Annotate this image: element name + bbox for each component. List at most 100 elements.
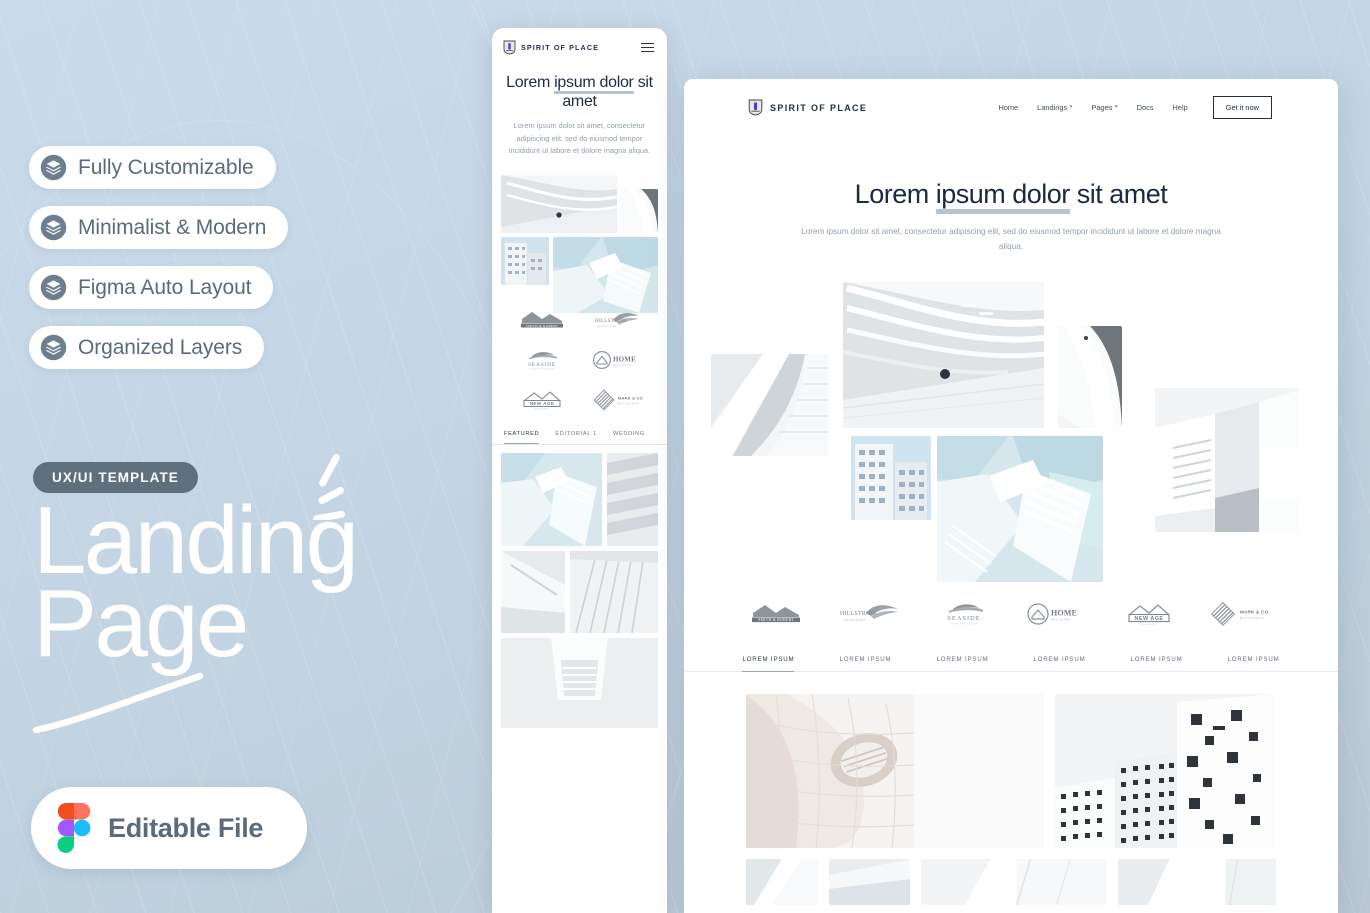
nav-label: Docs bbox=[1136, 103, 1154, 112]
desktop-nav: Home Landings ▾ Pages ▾ Docs Help Get it… bbox=[998, 96, 1272, 119]
feature-label: Figma Auto Layout bbox=[78, 275, 252, 299]
feature-pill-organized-layers: Organized Layers bbox=[29, 326, 265, 369]
svg-text:CONSTRUCTION: CONSTRUCTION bbox=[530, 369, 554, 371]
gallery-photo[interactable] bbox=[501, 453, 602, 547]
svg-text:HOME: HOME bbox=[613, 356, 636, 364]
gallery-photo[interactable] bbox=[570, 551, 658, 634]
gallery-photo[interactable] bbox=[843, 282, 1044, 429]
chevron-down-icon: ▾ bbox=[1069, 103, 1073, 110]
brand-logo-home: HOME REAL ESTATE bbox=[1025, 597, 1089, 631]
svg-text:SEASIDE: SEASIDE bbox=[528, 362, 556, 368]
shield-logo-icon bbox=[748, 99, 763, 116]
gallery-photo[interactable] bbox=[621, 189, 658, 234]
desktop-tab-6[interactable]: LOREM IPSUM bbox=[1228, 656, 1280, 672]
gallery-photo[interactable] bbox=[501, 551, 565, 634]
mobile-tab-featured[interactable]: FEATURED bbox=[504, 431, 540, 445]
gallery-photo[interactable] bbox=[746, 694, 1044, 849]
svg-text:BUILDING: BUILDING bbox=[534, 408, 549, 410]
nav-item-help[interactable]: Help bbox=[1173, 103, 1188, 112]
mobile-header: SPIRIT OF PLACE bbox=[492, 28, 667, 65]
sparkle-lines-icon bbox=[296, 448, 386, 523]
gallery-photo[interactable] bbox=[937, 436, 1103, 583]
page-title: Landing Page bbox=[33, 493, 359, 671]
mobile-hero-gallery bbox=[501, 167, 658, 314]
hamburger-icon[interactable] bbox=[639, 41, 656, 55]
desktop-category-tabs: LOREM IPSUM LOREM IPSUM LOREM IPSUM LORE… bbox=[684, 656, 1338, 673]
svg-text:NEW AGE: NEW AGE bbox=[529, 401, 554, 406]
desktop-hero-gallery bbox=[684, 274, 1338, 586]
gallery-photo[interactable] bbox=[607, 453, 658, 547]
chevron-down-icon: ▾ bbox=[1114, 103, 1118, 110]
svg-text:HILLSTROM: HILLSTROM bbox=[595, 318, 627, 324]
gallery-photo[interactable] bbox=[1155, 388, 1299, 533]
desktop-brand-logos: SMITH & ROBERT HILLSTROM PROPERTIES SEAS… bbox=[684, 594, 1338, 634]
svg-text:PROPERTIES: PROPERTIES bbox=[844, 619, 866, 622]
layers-icon bbox=[40, 334, 67, 361]
svg-text:CONSTRUCTION: CONSTRUCTION bbox=[950, 624, 977, 626]
brand-logo-seaside: SEASIDE CONSTRUCTION bbox=[933, 597, 995, 631]
desktop-header: SPIRIT OF PLACE Home Landings ▾ Pages ▾ … bbox=[684, 79, 1338, 131]
nav-label: Help bbox=[1172, 103, 1188, 112]
brand-logo-mark-co: MARK & CO. BUILDINGS bbox=[1208, 597, 1276, 631]
gallery-photo[interactable] bbox=[1058, 326, 1122, 429]
brand-logo-new-age: NEW AGE BUILDING bbox=[1120, 597, 1178, 631]
brand-logo-smith-robert: SMITH & ROBERT bbox=[746, 597, 806, 631]
shield-logo-icon bbox=[503, 40, 516, 55]
nav-label: Landings bbox=[1037, 103, 1068, 112]
desktop-tab-3[interactable]: LOREM IPSUM bbox=[936, 656, 988, 672]
nav-item-docs[interactable]: Docs bbox=[1137, 103, 1154, 112]
mobile-tab-editorial[interactable]: EDITORIAL 1 bbox=[555, 431, 597, 444]
mobile-hero-subtitle: Lorem ipsum dolor sit amet, consectetur … bbox=[508, 121, 651, 155]
layers-icon bbox=[40, 274, 67, 301]
gallery-photo[interactable] bbox=[711, 354, 829, 457]
mobile-portfolio-gallery bbox=[501, 453, 658, 729]
gallery-photo[interactable] bbox=[501, 237, 549, 286]
gallery-photo[interactable] bbox=[1117, 859, 1276, 906]
svg-text:HOME: HOME bbox=[1051, 609, 1077, 618]
feature-pill-figma-auto-layout: Figma Auto Layout bbox=[29, 266, 274, 309]
gallery-photo[interactable] bbox=[553, 237, 658, 314]
desktop-hero-title-after: sit amet bbox=[1069, 179, 1168, 209]
nav-item-landings[interactable]: Landings ▾ bbox=[1037, 103, 1072, 112]
editable-file-pill: Editable File bbox=[31, 787, 308, 869]
feature-label: Minimalist & Modern bbox=[78, 215, 267, 239]
nav-item-pages[interactable]: Pages ▾ bbox=[1091, 103, 1117, 112]
desktop-tab-1[interactable]: LOREM IPSUM bbox=[742, 656, 795, 673]
figma-icon bbox=[57, 803, 91, 853]
editable-file-label: Editable File bbox=[108, 812, 264, 843]
feature-pill-list: Fully Customizable Minimalist & Modern F… bbox=[29, 146, 289, 386]
gallery-photo[interactable] bbox=[501, 175, 617, 234]
desktop-mockup: SPIRIT OF PLACE Home Landings ▾ Pages ▾ … bbox=[684, 79, 1338, 913]
gallery-photo[interactable] bbox=[851, 436, 931, 521]
get-it-now-button[interactable]: Get it now bbox=[1212, 96, 1272, 119]
mobile-brand-name: SPIRIT OF PLACE bbox=[521, 43, 599, 52]
desktop-tab-5[interactable]: LOREM IPSUM bbox=[1131, 656, 1183, 672]
desktop-brand-name: SPIRIT OF PLACE bbox=[770, 102, 868, 113]
mobile-brand[interactable]: SPIRIT OF PLACE bbox=[503, 40, 599, 55]
nav-item-home[interactable]: Home bbox=[998, 103, 1018, 112]
brand-logo-seaside: SEASIDE CONSTRUCTION bbox=[506, 343, 578, 377]
brand-logo-home: HOME REAL ESTATE bbox=[582, 343, 654, 377]
svg-text:NEW AGE: NEW AGE bbox=[1134, 616, 1163, 622]
svg-text:SMITH & ROBERT: SMITH & ROBERT bbox=[526, 324, 559, 328]
gallery-photo[interactable] bbox=[1055, 694, 1274, 849]
desktop-tab-2[interactable]: LOREM IPSUM bbox=[839, 656, 891, 672]
nav-label: Pages bbox=[1091, 103, 1113, 112]
brand-logo-hillstrom: HILLSTROM PROPERTIES bbox=[836, 597, 902, 631]
svg-text:MARK & CO.: MARK & CO. bbox=[618, 396, 643, 401]
svg-text:BUILDINGS: BUILDINGS bbox=[1240, 616, 1264, 620]
layers-icon bbox=[40, 214, 67, 241]
gallery-photo[interactable] bbox=[921, 859, 1107, 906]
mobile-mockup: SPIRIT OF PLACE Lorem ipsum dolor sit am… bbox=[492, 28, 667, 913]
svg-text:BUILDINGS: BUILDINGS bbox=[618, 403, 639, 406]
gallery-photo[interactable] bbox=[501, 638, 658, 729]
desktop-tab-4[interactable]: LOREM IPSUM bbox=[1034, 656, 1086, 672]
desktop-brand[interactable]: SPIRIT OF PLACE bbox=[748, 99, 867, 116]
gallery-photo[interactable] bbox=[746, 859, 818, 906]
gallery-photo[interactable] bbox=[828, 859, 911, 906]
mobile-tab-wedding[interactable]: WEDDING bbox=[613, 431, 645, 444]
mobile-hero-title-before: Lorem bbox=[506, 74, 555, 91]
svg-text:SEASIDE: SEASIDE bbox=[947, 615, 980, 622]
desktop-hero-title-highlight: ipsum dolor bbox=[935, 179, 1070, 214]
desktop-hero-title: Lorem ipsum dolor sit amet bbox=[684, 179, 1338, 214]
